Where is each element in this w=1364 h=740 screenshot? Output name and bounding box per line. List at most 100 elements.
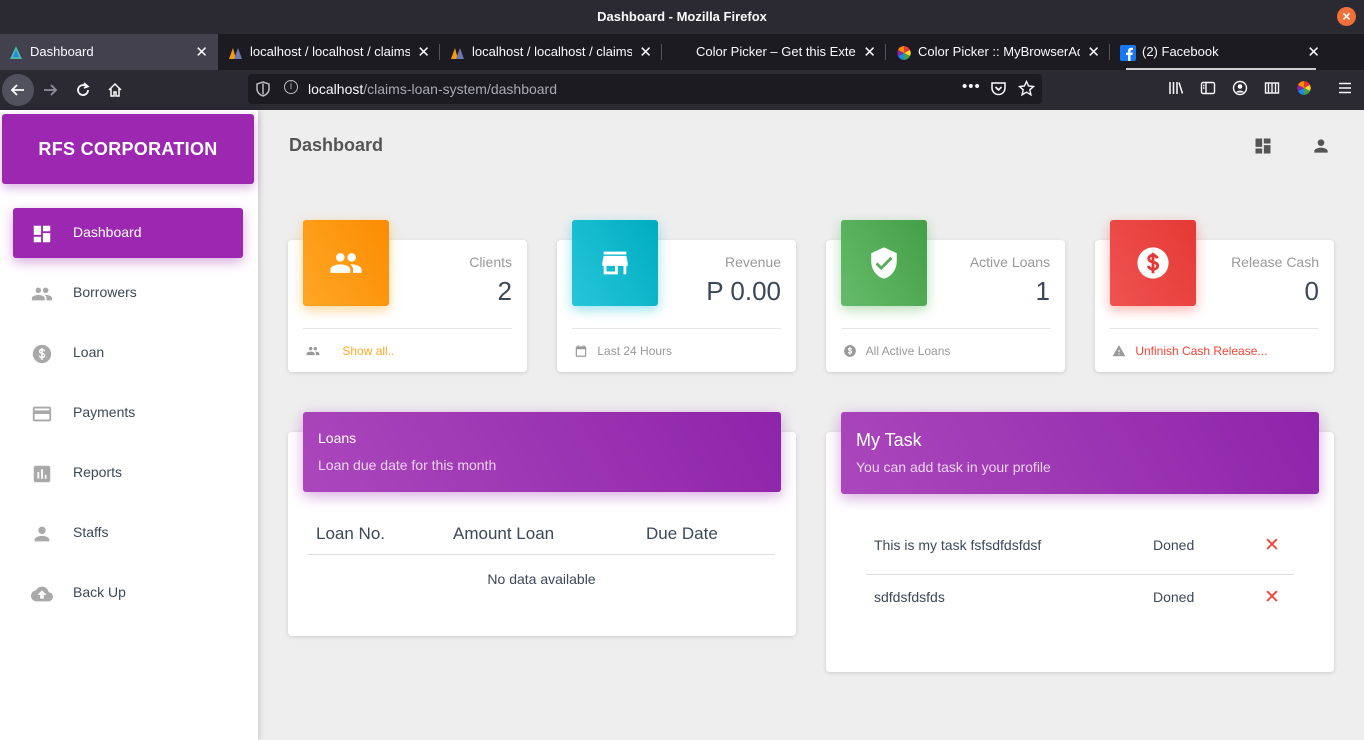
window-titlebar: Dashboard - Mozilla Firefox ×: [0, 0, 1364, 34]
sidebar-item-reports[interactable]: Reports: [13, 448, 243, 498]
divider: [572, 328, 781, 329]
arrow-right-icon: [44, 84, 58, 96]
navigation-toolbar: i localhost/claims-loan-system/dashboard…: [0, 70, 1364, 110]
tab-label: Dashboard: [30, 44, 94, 59]
dashboard-icon[interactable]: [1253, 136, 1273, 156]
sidebar-item-back-up[interactable]: Back Up: [13, 568, 243, 618]
sidebar-item-borrowers[interactable]: Borrowers: [13, 268, 243, 318]
sidebar-item-loan[interactable]: Loan: [13, 328, 243, 378]
tab-phpmyadmin-2[interactable]: localhost / localhost / claims ✕: [442, 34, 662, 70]
people-icon: [306, 346, 320, 356]
tab-facebook[interactable]: (2) Facebook ✕: [1112, 34, 1330, 70]
tab-color-picker-ext[interactable]: Color Picker – Get this Extension ✕: [664, 34, 886, 70]
divider: [841, 328, 1050, 329]
panel-subtitle: Loan due date for this month: [318, 457, 497, 473]
column-header[interactable]: Due Date: [638, 514, 775, 555]
window-title: Dashboard - Mozilla Firefox: [597, 9, 767, 24]
dollar-icon: [1137, 247, 1169, 279]
close-icon[interactable]: ✕: [195, 43, 208, 61]
task-text: This is my task fsfsdfdsfdsf: [874, 537, 1042, 553]
show-all-link[interactable]: Show all..: [342, 344, 394, 358]
task-status: Doned: [1153, 589, 1195, 605]
dashboard-icon: [33, 225, 51, 243]
calendar-icon: [575, 345, 587, 357]
unfinish-cash-release-link[interactable]: Unfinish Cash Release...: [1135, 344, 1267, 358]
color-wheel-icon[interactable]: [1296, 80, 1312, 96]
close-icon[interactable]: ✕: [417, 43, 430, 61]
cloud-upload-icon: [31, 586, 53, 602]
reload-button[interactable]: [67, 74, 99, 106]
tab-label: Color Picker – Get this Extension: [696, 44, 856, 59]
stat-value: 2: [497, 276, 512, 306]
store-icon: [602, 251, 628, 275]
stat-title: Release Cash: [1231, 254, 1319, 270]
account-icon[interactable]: [1232, 80, 1248, 96]
sidebar-item-label: Loan: [73, 344, 105, 360]
sidebar-item-dashboard[interactable]: Dashboard: [13, 208, 243, 258]
loans-panel-header: Loans Loan due date for this month: [303, 412, 781, 492]
stat-footer: Show all..: [305, 344, 394, 358]
tab-phpmyadmin-1[interactable]: localhost / localhost / claims ✕: [220, 34, 440, 70]
page-title: Dashboard: [289, 135, 384, 155]
tab-color-picker-addon[interactable]: Color Picker :: MyBrowserAddon ✕: [888, 34, 1110, 70]
stat-card-revenue: Revenue P 0.00 Last 24 Hours: [557, 220, 796, 372]
sidebar-item-staffs[interactable]: Staffs: [13, 508, 243, 558]
task-row: sdfdsfdsfds Doned ✕: [866, 575, 1294, 627]
tab-label: localhost / localhost / claims: [250, 44, 410, 59]
column-header[interactable]: Amount Loan: [445, 514, 638, 555]
person-icon: [34, 526, 50, 542]
close-icon[interactable]: ✕: [1307, 43, 1320, 61]
forward-button[interactable]: [34, 74, 66, 106]
stat-icon-box: [1110, 220, 1196, 306]
brand-logo[interactable]: RFS CORPORATION: [2, 114, 254, 184]
close-icon[interactable]: ✕: [639, 43, 652, 61]
task-text: sdfdsfdsfds: [874, 589, 945, 605]
url-bar[interactable]: i localhost/claims-loan-system/dashboard…: [248, 74, 1042, 104]
task-status: Doned: [1153, 537, 1195, 553]
people-icon: [330, 253, 362, 273]
tab-dashboard[interactable]: Dashboard ✕: [0, 34, 218, 70]
close-icon[interactable]: ✕: [863, 43, 876, 61]
color-wheel-icon: [897, 46, 911, 60]
reload-icon: [77, 82, 90, 96]
sidebar-item-label: Reports: [73, 464, 123, 480]
delete-task-button[interactable]: ✕: [1264, 534, 1280, 557]
extensions-icon[interactable]: [1264, 80, 1280, 96]
dollar-icon: [844, 345, 856, 357]
close-icon[interactable]: ✕: [1087, 43, 1100, 61]
library-icon[interactable]: [1168, 80, 1184, 96]
tracking-shield-icon[interactable]: [256, 81, 270, 97]
pocket-icon[interactable]: [990, 80, 1007, 97]
facebook-icon: [1120, 45, 1136, 61]
divider: [1110, 328, 1319, 329]
sidebar-item-payments[interactable]: Payments: [13, 388, 243, 438]
phpmyadmin-icon: [451, 48, 464, 59]
warning-icon: [1112, 345, 1126, 357]
stat-footer: Unfinish Cash Release...: [1112, 344, 1267, 358]
page-actions-icon[interactable]: •••: [962, 78, 981, 95]
stat-icon-box: [303, 220, 389, 306]
sidebar-item-label: Staffs: [73, 524, 109, 540]
back-button[interactable]: [2, 74, 34, 106]
delete-task-button[interactable]: ✕: [1264, 586, 1280, 609]
panel-title: My Task: [856, 430, 922, 450]
column-header[interactable]: Loan No.: [308, 514, 445, 555]
verified-shield-icon: [871, 247, 897, 279]
site-info-icon[interactable]: i: [284, 80, 298, 94]
stat-footer: All Active Loans: [843, 344, 950, 358]
url-text[interactable]: localhost/claims-loan-system/dashboard: [308, 81, 557, 97]
tab-label: (2) Facebook: [1142, 44, 1219, 59]
window-close-button[interactable]: ×: [1337, 7, 1356, 26]
stat-value: 1: [1035, 276, 1050, 306]
sidebar-toggle-icon[interactable]: [1200, 80, 1216, 96]
stat-footer-text: Last 24 Hours: [597, 344, 673, 358]
table-row: No data available: [308, 555, 775, 587]
bookmark-star-icon[interactable]: [1018, 80, 1035, 97]
stat-footer: Last 24 Hours: [574, 344, 672, 358]
home-button[interactable]: [99, 74, 131, 106]
person-icon[interactable]: [1311, 136, 1331, 156]
stat-card-clients: Clients 2 Show all..: [288, 220, 527, 372]
stat-value: 0: [1304, 276, 1319, 306]
stat-icon-box: [572, 220, 658, 306]
hamburger-menu-icon[interactable]: [1337, 80, 1353, 96]
